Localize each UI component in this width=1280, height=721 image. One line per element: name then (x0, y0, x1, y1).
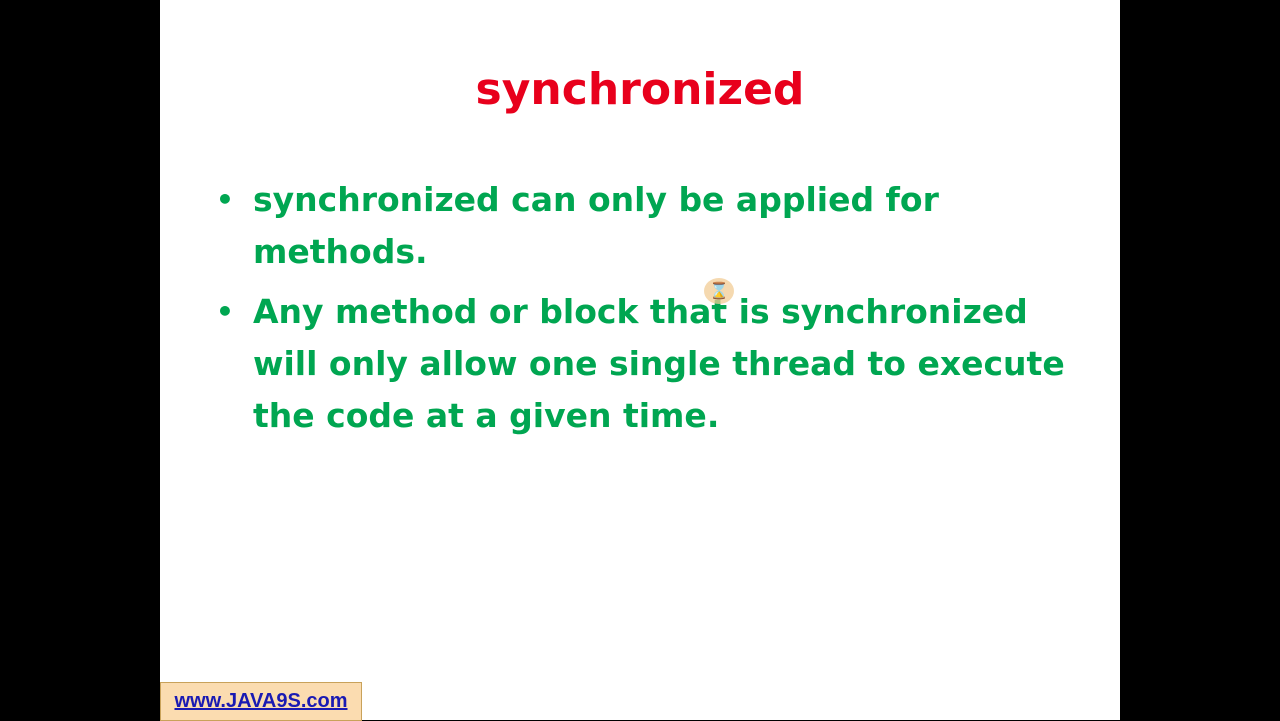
bullet-item: • synchronized can only be applied for m… (216, 174, 1076, 278)
website-watermark[interactable]: www.JAVA9S.com (160, 682, 362, 721)
bullet-item: • Any method or block that is synchroniz… (216, 286, 1076, 442)
bullet-text: Any method or block that is synchronized… (253, 292, 1065, 435)
bullet-marker: • (216, 295, 234, 328)
video-frame: synchronized • synchronized can only be … (0, 0, 1280, 721)
presentation-slide: synchronized • synchronized can only be … (160, 0, 1120, 720)
bullet-text: synchronized can only be applied for met… (253, 180, 939, 271)
hourglass-icon: ⌛ (704, 278, 734, 304)
slide-title: synchronized (475, 64, 805, 115)
bullet-marker: • (216, 183, 234, 216)
bullet-list: • synchronized can only be applied for m… (216, 174, 1076, 450)
